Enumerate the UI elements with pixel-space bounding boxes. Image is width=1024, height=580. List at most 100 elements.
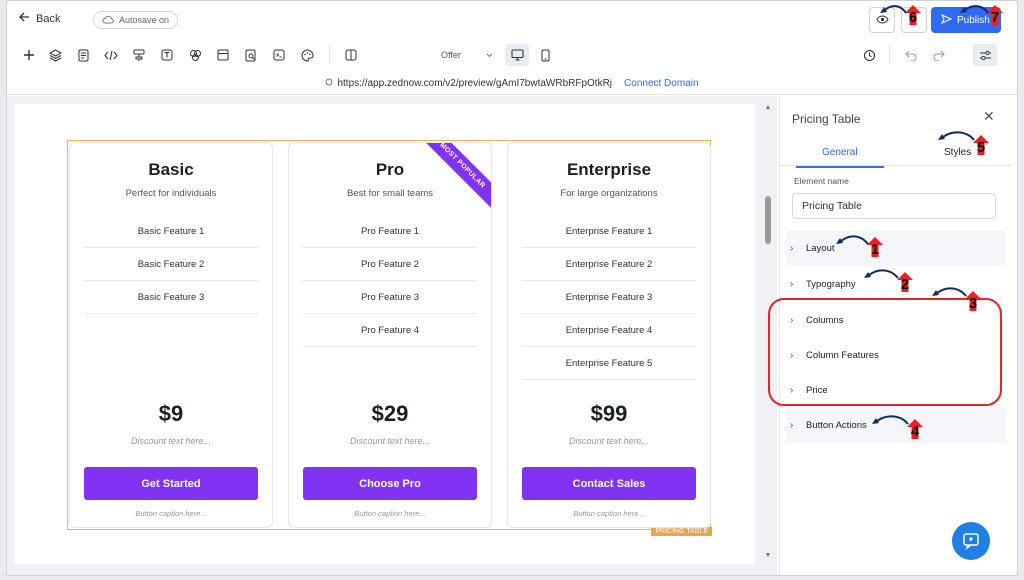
back-button[interactable]: Back: [19, 12, 60, 25]
feature-item: Pro Feature 3: [303, 281, 477, 314]
annotation-number: 4: [910, 422, 920, 440]
scroll-down-icon[interactable]: ▼: [763, 552, 773, 559]
discount-text: Discount text here...: [130, 436, 212, 446]
chevron-down-icon: [486, 50, 493, 60]
contact-sales-button[interactable]: Contact Sales: [522, 467, 696, 500]
discount-text: Discount text here...: [349, 436, 431, 446]
editor-canvas: PRICING TABLE Basic Perfect for individu…: [7, 96, 777, 575]
feature-item: Basic Feature 2: [84, 248, 258, 281]
toolbar-divider-2: [889, 46, 890, 64]
section-button[interactable]: [215, 47, 231, 63]
clock-icon: [863, 49, 875, 61]
undo-button[interactable]: [903, 47, 919, 63]
annotation-number: 6: [908, 8, 918, 26]
code-icon: [104, 50, 118, 60]
components-button[interactable]: [187, 47, 203, 63]
tab-styles[interactable]: Styles: [944, 147, 971, 158]
desktop-view-button[interactable]: [505, 44, 529, 66]
text-button[interactable]: [159, 47, 175, 63]
tab-general[interactable]: General: [796, 147, 883, 168]
pricing-card-enterprise[interactable]: Enterprise For large organizations Enter…: [507, 142, 711, 528]
plan-subtitle: Best for small teams: [346, 188, 434, 199]
chat-icon: [963, 533, 979, 550]
element-name-input[interactable]: Pricing Table: [792, 193, 996, 219]
element-name-label: Element name: [794, 176, 849, 186]
choose-pro-button[interactable]: Choose Pro: [303, 467, 477, 500]
feature-list: Basic Feature 1 Basic Feature 2 Basic Fe…: [84, 215, 258, 314]
annotation-number: 1: [870, 240, 880, 258]
redo-button[interactable]: [931, 47, 947, 63]
pricing-table-badge: PRICING TABLE: [651, 527, 712, 536]
mobile-view-button[interactable]: [533, 44, 557, 66]
section-icon: [217, 49, 229, 61]
back-label: Back: [36, 12, 61, 25]
feature-item: Pro Feature 2: [303, 248, 477, 281]
page-select-value: Offer: [441, 50, 461, 60]
preview-url[interactable]: https://app.zednow.com/v2/preview/gAmI7b…: [337, 78, 612, 89]
plus-icon: [24, 50, 34, 60]
section-layout[interactable]: › Layout: [786, 231, 1006, 266]
add-element-button[interactable]: [21, 47, 37, 63]
terminal-button[interactable]: [271, 47, 287, 63]
feature-list: Enterprise Feature 1 Enterprise Feature …: [522, 215, 696, 380]
page-preview: PRICING TABLE Basic Perfect for individu…: [15, 104, 755, 564]
mobile-icon: [541, 49, 549, 61]
annotation-number: 5: [976, 138, 986, 156]
plan-price: $29: [371, 401, 409, 426]
settings-panel-button[interactable]: [973, 44, 997, 66]
plan-price: $99: [590, 401, 628, 426]
annotation-number: 3: [968, 294, 978, 312]
layers-button[interactable]: [47, 47, 63, 63]
scrollbar-thumb[interactable]: [765, 196, 771, 244]
annotation-number: 2: [900, 275, 910, 293]
form-button[interactable]: [131, 47, 147, 63]
feature-item: Enterprise Feature 5: [522, 347, 696, 380]
search-doc-button[interactable]: [243, 47, 259, 63]
pricing-table[interactable]: PRICING TABLE Basic Perfect for individu…: [67, 140, 712, 536]
pricing-card-basic[interactable]: Basic Perfect for individuals Basic Feat…: [69, 142, 273, 528]
pricing-card-pro[interactable]: MOST POPULAR Pro Best for small teams Pr…: [288, 142, 492, 528]
autosave-label: Autosave on: [119, 15, 170, 25]
pointer-arrow-1: [836, 235, 869, 245]
palette-icon: [301, 48, 314, 62]
chat-widget-button[interactable]: [952, 522, 990, 560]
button-caption: Button caption here...: [135, 509, 207, 518]
send-icon: [940, 13, 953, 27]
chevron-right-icon: ›: [790, 243, 794, 254]
pointer-arrow-4: [872, 415, 909, 425]
get-started-button[interactable]: Get Started: [84, 467, 258, 500]
panel-title: Pricing Table: [792, 112, 861, 126]
highlight-outline: [768, 298, 1002, 406]
pointer-arrow-3: [932, 287, 967, 297]
code-button[interactable]: [103, 47, 119, 63]
plan-subtitle: Perfect for individuals: [125, 188, 217, 199]
top-bar: Back Autosave on Publish: [7, 1, 1017, 39]
chevron-right-icon: ›: [790, 420, 794, 431]
connect-domain-link[interactable]: Connect Domain: [624, 78, 698, 89]
columns-icon: [345, 49, 357, 61]
close-icon[interactable]: ✕: [983, 108, 995, 125]
plan-subtitle: For large organizations: [560, 188, 658, 199]
theme-button[interactable]: [299, 47, 315, 63]
search-doc-icon: [245, 49, 256, 61]
status-circle-icon: [325, 78, 333, 89]
toolbar-divider: [329, 46, 330, 64]
redo-icon: [933, 50, 945, 61]
button-caption: Button caption here...: [354, 509, 426, 518]
plan-name: Enterprise: [566, 160, 652, 179]
split-view-button[interactable]: [343, 47, 359, 63]
sliders-icon: [979, 50, 991, 60]
feature-list: Pro Feature 1 Pro Feature 2 Pro Feature …: [303, 215, 477, 347]
feature-item: Enterprise Feature 3: [522, 281, 696, 314]
url-bar: https://app.zednow.com/v2/preview/gAmI7b…: [7, 73, 1017, 95]
history-button[interactable]: [861, 47, 877, 63]
feature-item: Pro Feature 1: [303, 215, 477, 248]
cloud-icon: [102, 15, 114, 26]
pages-button[interactable]: [75, 47, 91, 63]
undo-icon: [905, 50, 917, 61]
editor-window: Back Autosave on Publish Offer https://a…: [6, 0, 1018, 576]
feature-item: Enterprise Feature 2: [522, 248, 696, 281]
page-select[interactable]: Offer: [435, 47, 499, 63]
button-caption: Button caption here...: [573, 509, 645, 518]
scroll-up-icon[interactable]: ▲: [763, 104, 773, 111]
